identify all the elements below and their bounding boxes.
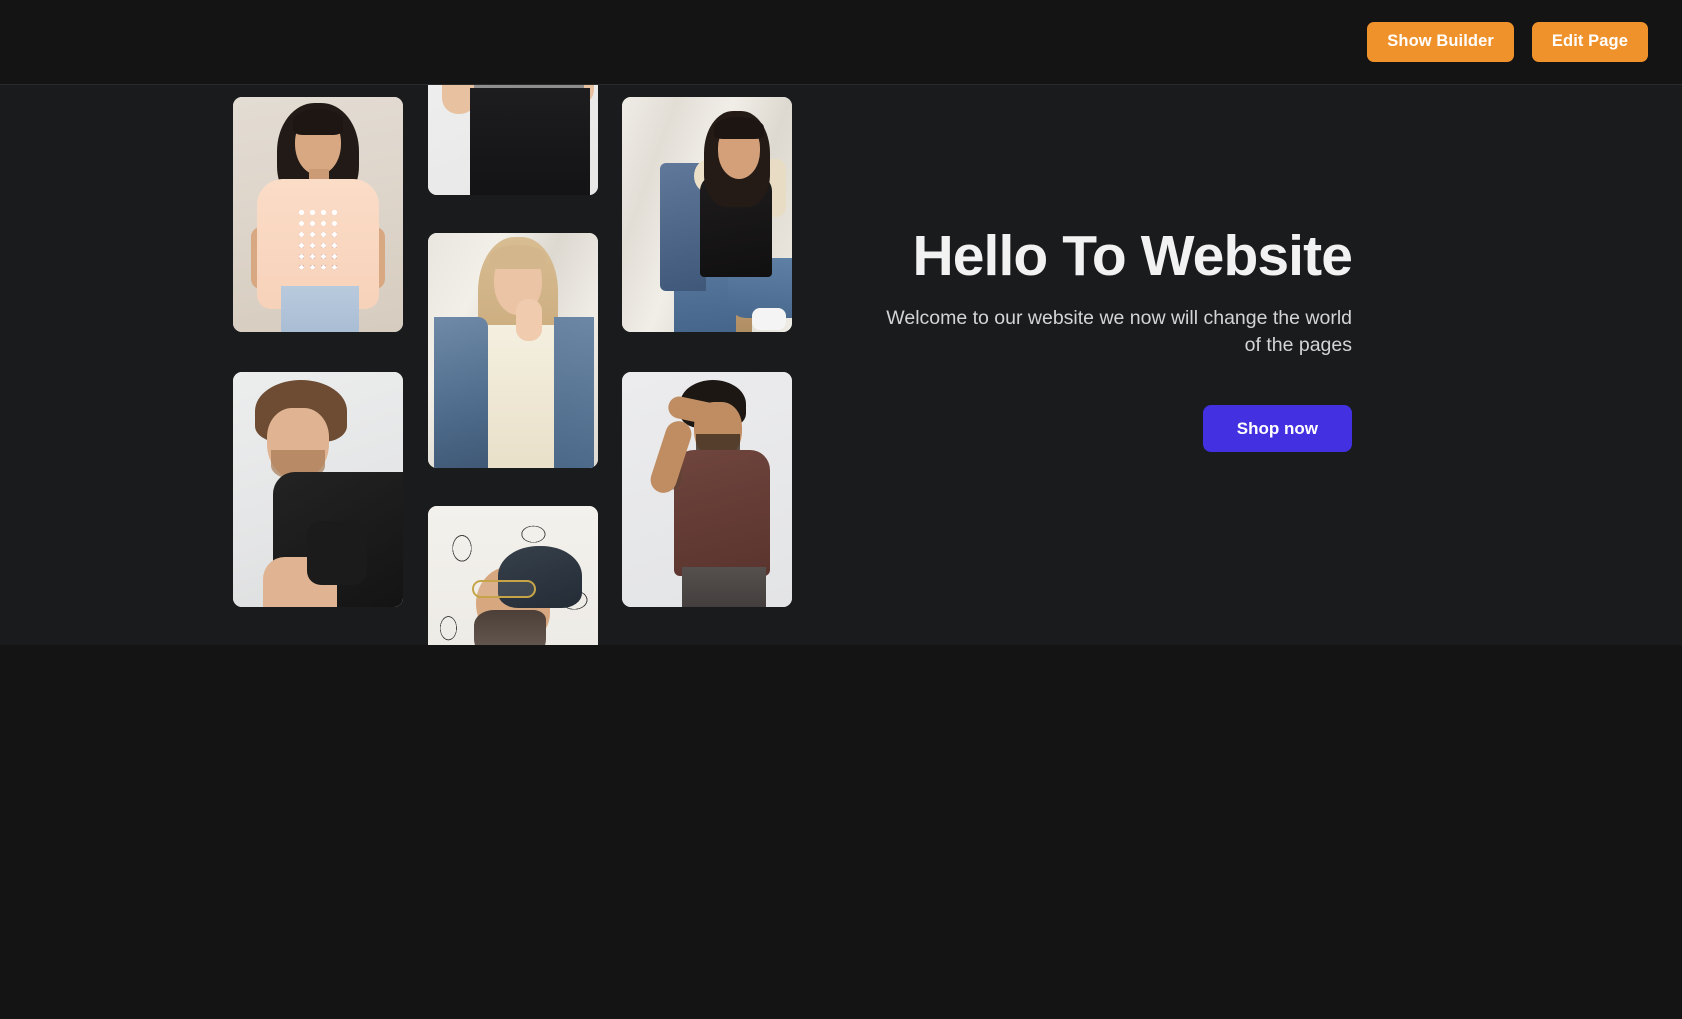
photo-detail-jeans — [470, 88, 590, 195]
gallery-column-3 — [622, 85, 792, 645]
photo-detail-fringe — [293, 109, 343, 135]
admin-toolbar: Show Builder Edit Page — [0, 0, 1682, 85]
photo-detail-jacket-left — [434, 317, 488, 468]
shop-now-button[interactable]: Shop now — [1202, 404, 1352, 452]
photo-detail-jacket-right — [554, 317, 594, 468]
photo-detail-beanie — [498, 546, 582, 608]
photo-detail-beard — [474, 610, 546, 645]
edit-page-button[interactable]: Edit Page — [1531, 22, 1648, 62]
hero-subtitle: Welcome to our website we now will chang… — [886, 306, 1352, 356]
page-title: Hello To Website — [912, 224, 1352, 288]
photo-detail-sleeve — [307, 521, 367, 585]
photo-detail-garment — [482, 325, 554, 468]
show-builder-button[interactable]: Show Builder — [1367, 22, 1514, 62]
gallery-photo[interactable] — [233, 97, 403, 332]
photo-detail-glasses — [472, 580, 536, 598]
gallery-photo[interactable] — [428, 506, 598, 645]
photo-detail-garment — [674, 450, 770, 576]
photo-detail-shoe — [752, 308, 786, 330]
photo-detail-fringe — [490, 245, 546, 269]
photo-detail-trousers — [682, 567, 766, 607]
photo-detail-jeans — [281, 286, 359, 332]
photo-detail-arm — [516, 299, 542, 341]
gallery-photo[interactable] — [622, 372, 792, 607]
gallery-photo[interactable] — [233, 372, 403, 607]
photo-detail-fringe — [714, 117, 764, 139]
gallery-photo[interactable] — [428, 85, 598, 195]
gallery-column-1 — [233, 85, 403, 645]
hero-photo-gallery — [233, 85, 792, 645]
gallery-column-2 — [428, 85, 598, 645]
hero-content: Hello To Website Welcome to our website … — [840, 85, 1353, 645]
gallery-photo[interactable] — [428, 233, 598, 468]
page-body-empty-area — [0, 645, 1682, 1019]
gallery-photo[interactable] — [622, 97, 792, 332]
photo-detail-print — [296, 207, 342, 269]
hero-section: Hello To Website Welcome to our website … — [0, 85, 1682, 645]
